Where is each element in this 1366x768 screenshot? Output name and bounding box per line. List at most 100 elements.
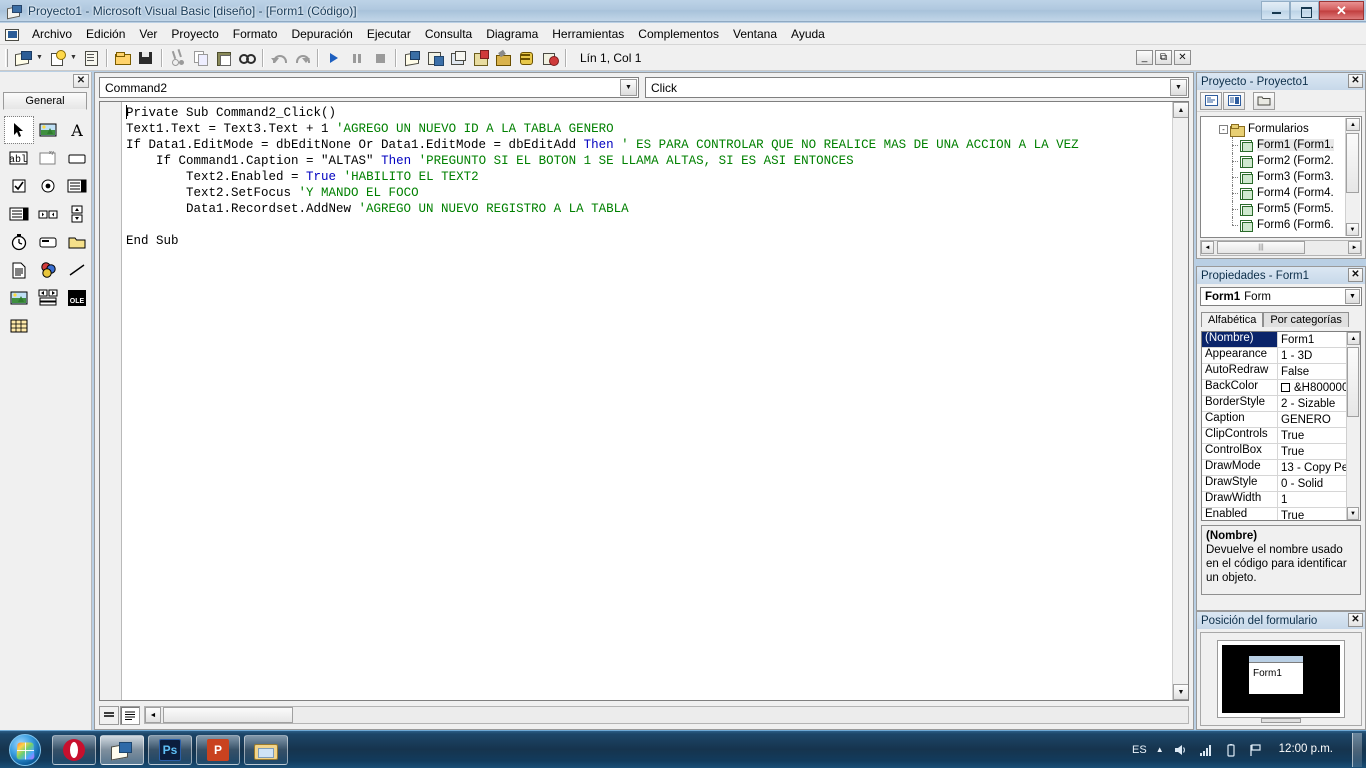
code-text[interactable]: Private Sub Command2_Click() Text1.Text … [126,105,1170,249]
toolbox-item-dirlistbox[interactable] [63,229,91,255]
toggle-folders-button[interactable] [1253,91,1275,110]
toolbox-item-shape[interactable] [34,257,62,283]
menu-diagrama[interactable]: Diagrama [479,25,545,43]
volume-icon[interactable] [1173,742,1189,758]
mdi-close-button[interactable]: ✕ [1174,50,1191,65]
menu-complementos[interactable]: Complementos [631,25,726,43]
tab-alfabetica[interactable]: Alfabética [1201,312,1264,327]
toolbox-item-filelistbox[interactable] [5,257,33,283]
project-explorer-close-button[interactable]: ✕ [1348,74,1363,88]
tree-node-form3[interactable]: Form3 (Form3. [1227,169,1361,185]
toolbox-item-combobox[interactable] [63,173,91,199]
menu-ejecutar[interactable]: Ejecutar [360,25,418,43]
toolbox-item-pointer[interactable] [4,116,34,144]
scroll-left-button[interactable]: ◄ [145,707,161,723]
toolbox-button[interactable] [492,47,515,69]
mdi-minimize-button[interactable]: _ [1136,50,1153,65]
toolbox-item-drivelistbox[interactable] [34,229,62,255]
object-combo[interactable]: Command2 ▼ [99,77,639,98]
code-horizontal-scrollbar[interactable]: ◄ [144,706,1189,724]
scroll-down-button[interactable]: ▼ [1347,507,1359,520]
form-position-thumbnail[interactable]: Form1 [1248,655,1304,695]
paste-button[interactable] [212,47,235,69]
chevron-down-icon[interactable]: ▼ [1170,79,1187,96]
properties-object-combo[interactable]: Form1 Form ▼ [1200,287,1362,306]
toolbox-item-textbox[interactable]: abl [5,145,33,171]
procedure-view-button[interactable] [99,705,119,725]
taskbar-item-explorer[interactable] [244,734,288,765]
toolbox-item-line[interactable] [63,257,91,283]
form-layout-close-button[interactable]: ✕ [1348,613,1363,627]
property-row[interactable]: AutoRedraw False [1202,364,1360,380]
toolbox-item-vscrollbar[interactable] [63,201,91,227]
menu-ventana[interactable]: Ventana [726,25,784,43]
object-browser-button[interactable] [469,47,492,69]
start-button[interactable] [322,47,345,69]
toolbox-item-hscrollbar[interactable] [34,201,62,227]
view-code-button[interactable] [1200,91,1222,110]
taskbar-item-photoshop[interactable]: Ps [148,734,192,765]
code-editor[interactable]: Private Sub Command2_Click() Text1.Text … [99,101,1189,701]
tree-node-form1[interactable]: Form1 (Form1. [1227,137,1361,153]
properties-close-button[interactable]: ✕ [1348,268,1363,282]
clock[interactable]: 12:00 p.m. [1273,743,1339,756]
minimize-button[interactable] [1261,1,1290,20]
property-row[interactable]: BackColor &H800000 [1202,380,1360,396]
break-button[interactable] [345,47,368,69]
toolbox-item-checkbox[interactable] [5,173,33,199]
taskbar-item-visual-basic[interactable] [100,734,144,765]
toolbox-item-picturebox[interactable] [34,117,62,143]
property-row[interactable]: BorderStyle 2 - Sizable [1202,396,1360,412]
toolbox-item-ole[interactable]: OLE [63,285,91,311]
toolbar-grip[interactable] [5,48,8,67]
menu-ayuda[interactable]: Ayuda [784,25,832,43]
properties-grid[interactable]: (Nombre) Form1 Appearance 1 - 3D AutoRedraw F… [1201,331,1361,521]
project-tree-horizontal-scrollbar[interactable]: ◄ ||| ► [1200,240,1362,256]
network-icon[interactable] [1198,742,1214,758]
toolbox-item-optionbutton[interactable] [34,173,62,199]
tree-node-formularios[interactable]: - Formularios [1219,121,1361,137]
menu-archivo[interactable]: Archivo [25,25,79,43]
tree-node-form4[interactable]: Form4 (Form4. [1227,185,1361,201]
property-row[interactable]: DrawStyle 0 - Solid [1202,476,1360,492]
end-button[interactable] [368,47,391,69]
property-row[interactable]: DrawWidth 1 [1202,492,1360,508]
chevron-down-icon[interactable]: ▼ [1345,289,1360,304]
save-project-button[interactable] [134,47,157,69]
add-form-dropdown[interactable]: ▼ [68,47,79,69]
scroll-left-button[interactable]: ◄ [1201,241,1214,254]
menu-proyecto[interactable]: Proyecto [164,25,225,43]
project-tree[interactable]: - Formularios Form1 (Form1. Form2 (Form2… [1200,116,1362,238]
toolbox-item-commandbutton[interactable] [63,145,91,171]
menu-herramientas[interactable]: Herramientas [545,25,631,43]
code-vertical-scrollbar[interactable]: ▲ ▼ [1172,102,1188,700]
procedure-combo[interactable]: Click ▼ [645,77,1189,98]
properties-window-button[interactable] [423,47,446,69]
show-desktop-button[interactable] [1352,732,1362,767]
property-row[interactable]: Caption GENERO [1202,412,1360,428]
tree-node-form5[interactable]: Form5 (Form5. [1227,201,1361,217]
scroll-thumb[interactable] [1347,347,1359,417]
scroll-right-button[interactable]: ► [1348,241,1361,254]
property-row[interactable]: DrawMode 13 - Copy Pe [1202,460,1360,476]
toolbox-item-label[interactable]: A [63,117,91,143]
find-button[interactable] [235,47,258,69]
property-row[interactable]: Enabled True [1202,508,1360,520]
add-project-dropdown[interactable]: ▼ [34,47,45,69]
taskbar-item-opera[interactable] [52,734,96,765]
scroll-down-button[interactable]: ▼ [1173,684,1188,700]
toolbox-item-timer[interactable] [5,229,33,255]
view-object-button[interactable] [1223,91,1245,110]
tree-expander-icon[interactable]: - [1219,124,1228,134]
language-indicator[interactable]: ES [1132,744,1147,756]
project-explorer-button[interactable] [400,47,423,69]
scroll-down-button[interactable]: ▼ [1346,223,1359,236]
toolbox-close-button[interactable]: ✕ [73,74,89,88]
menu-editor-button[interactable] [79,47,102,69]
open-project-button[interactable] [111,47,134,69]
mdi-restore-button[interactable]: ⧉ [1155,50,1172,65]
taskbar-item-powerpoint[interactable]: P [196,734,240,765]
property-row[interactable]: ClipControls True [1202,428,1360,444]
mdi-app-icon[interactable] [4,26,20,42]
close-button[interactable]: ✕ [1319,1,1364,20]
